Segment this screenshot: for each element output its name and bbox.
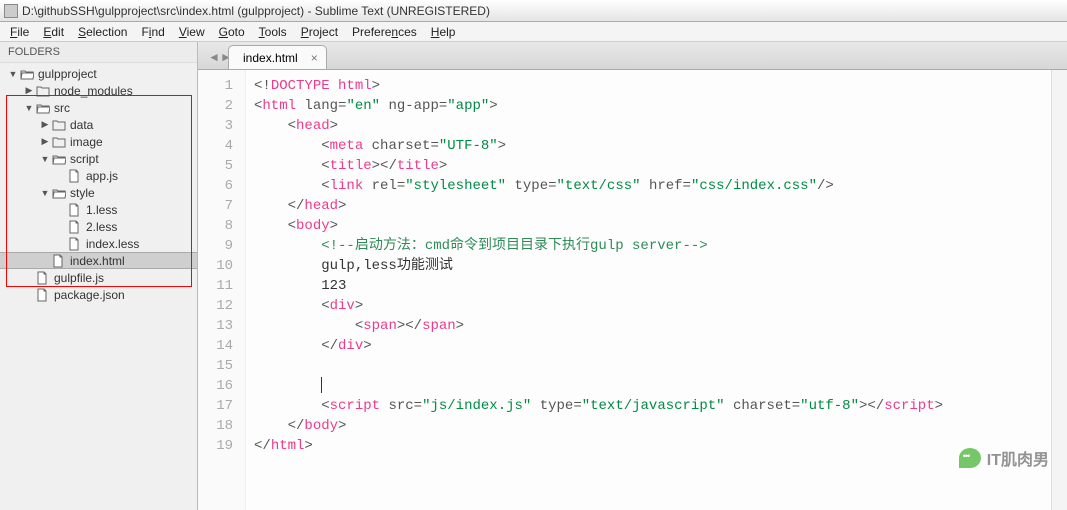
line-gutter: 12345678910111213141516171819 xyxy=(198,70,246,510)
folder-icon xyxy=(52,119,66,131)
file-icon xyxy=(52,254,66,268)
folder-icon xyxy=(20,68,34,80)
tree-item-data[interactable]: ▶ data xyxy=(0,116,197,133)
tree-item-label: index.html xyxy=(70,254,125,268)
folder-icon xyxy=(52,187,66,199)
menu-preferences[interactable]: Preferences xyxy=(346,23,423,41)
menu-edit[interactable]: Edit xyxy=(37,23,70,41)
tree-item-gulpfile-js[interactable]: gulpfile.js xyxy=(0,269,197,286)
window-title: D:\githubSSH\gulpproject\src\index.html … xyxy=(22,4,490,18)
file-icon xyxy=(68,237,82,251)
tree-item-label: src xyxy=(54,101,70,115)
tree-item-script[interactable]: ▼ script xyxy=(0,150,197,167)
code-area[interactable]: 12345678910111213141516171819 <!DOCTYPE … xyxy=(198,70,1067,510)
folder-tree: ▼gulpproject▶node_modules▼src▶data▶image… xyxy=(0,63,197,305)
menu-goto[interactable]: Goto xyxy=(213,23,251,41)
disclosure-icon[interactable]: ▶ xyxy=(38,119,52,130)
menu-selection[interactable]: Selection xyxy=(72,23,133,41)
file-icon xyxy=(68,203,82,217)
file-icon xyxy=(68,220,82,234)
folder-icon xyxy=(36,102,50,114)
tab-label: index.html xyxy=(243,51,298,65)
menu-project[interactable]: Project xyxy=(295,23,344,41)
folder-icon xyxy=(52,153,66,165)
tree-item-2-less[interactable]: 2.less xyxy=(0,218,197,235)
tree-item-label: image xyxy=(70,135,103,149)
tree-item-label: 2.less xyxy=(86,220,117,234)
window-titlebar: D:\githubSSH\gulpproject\src\index.html … xyxy=(0,0,1067,22)
watermark-text: IT肌肉男 xyxy=(987,446,1049,470)
file-icon xyxy=(68,169,82,183)
tree-item-label: gulpproject xyxy=(38,67,97,81)
tree-item-label: node_modules xyxy=(54,84,133,98)
sidebar-header: FOLDERS xyxy=(0,42,197,63)
code-content[interactable]: <!DOCTYPE html> <html lang="en" ng-app="… xyxy=(246,70,1051,510)
tree-item-node_modules[interactable]: ▶ node_modules xyxy=(0,82,197,99)
app-icon xyxy=(4,4,18,18)
disclosure-icon[interactable]: ▼ xyxy=(38,188,52,198)
tree-item-label: gulpfile.js xyxy=(54,271,104,285)
tree-item-label: package.json xyxy=(54,288,125,302)
tree-item-label: app.js xyxy=(86,169,118,183)
disclosure-icon[interactable]: ▶ xyxy=(22,85,36,96)
sidebar: FOLDERS ▼gulpproject▶node_modules▼src▶da… xyxy=(0,42,198,510)
minimap[interactable] xyxy=(1051,70,1067,510)
tree-item-gulpproject[interactable]: ▼ gulpproject xyxy=(0,65,197,82)
tab-close-icon[interactable]: × xyxy=(311,51,318,65)
tree-item-1-less[interactable]: 1.less xyxy=(0,201,197,218)
tree-item-index-html[interactable]: index.html xyxy=(0,252,197,269)
file-icon xyxy=(36,271,50,285)
watermark: IT肌肉男 xyxy=(959,446,1049,470)
wechat-icon xyxy=(959,448,981,468)
tree-item-image[interactable]: ▶ image xyxy=(0,133,197,150)
menu-tools[interactable]: Tools xyxy=(253,23,293,41)
tree-item-package-json[interactable]: package.json xyxy=(0,286,197,303)
disclosure-icon[interactable]: ▼ xyxy=(6,69,20,79)
menu-find[interactable]: Find xyxy=(135,23,170,41)
menu-file[interactable]: File xyxy=(4,23,35,41)
tree-item-label: script xyxy=(70,152,99,166)
file-icon xyxy=(36,288,50,302)
folder-icon xyxy=(52,136,66,148)
tree-item-label: data xyxy=(70,118,93,132)
tab-bar: ◄ ► index.html × xyxy=(198,42,1067,70)
menu-help[interactable]: Help xyxy=(425,23,462,41)
disclosure-icon[interactable]: ▶ xyxy=(38,136,52,147)
tree-item-app-js[interactable]: app.js xyxy=(0,167,197,184)
tree-item-index-less[interactable]: index.less xyxy=(0,235,197,252)
editor-pane: ◄ ► index.html × 12345678910111213141516… xyxy=(198,42,1067,510)
tab-index-html[interactable]: index.html × xyxy=(228,45,327,69)
tree-item-style[interactable]: ▼ style xyxy=(0,184,197,201)
disclosure-icon[interactable]: ▼ xyxy=(38,154,52,164)
tree-item-label: index.less xyxy=(86,237,139,251)
menu-view[interactable]: View xyxy=(173,23,211,41)
folder-icon xyxy=(36,85,50,97)
tree-item-label: style xyxy=(70,186,95,200)
tree-item-src[interactable]: ▼ src xyxy=(0,99,197,116)
menu-bar: File Edit Selection Find View Goto Tools… xyxy=(0,22,1067,42)
tree-item-label: 1.less xyxy=(86,203,117,217)
disclosure-icon[interactable]: ▼ xyxy=(22,103,36,113)
